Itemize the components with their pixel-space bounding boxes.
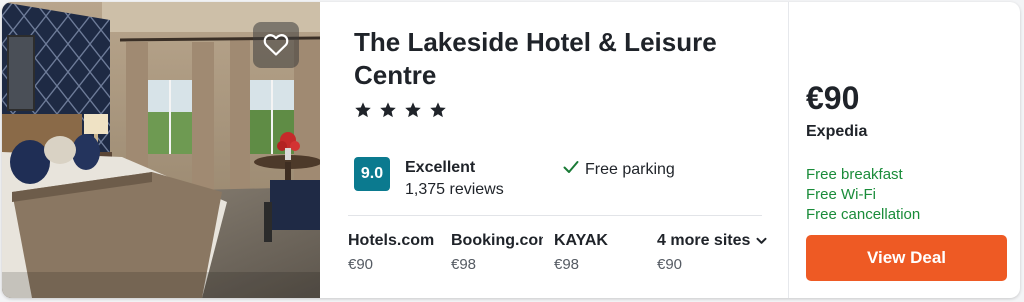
star-rating	[354, 101, 447, 119]
divider	[348, 215, 762, 216]
star-icon	[355, 102, 371, 118]
provider-price: €90	[657, 256, 683, 273]
hotel-name[interactable]: The Lakeside Hotel & Leisure Centre	[354, 26, 774, 92]
deal-site: Expedia	[806, 123, 868, 140]
perk-free-cancellation: Free cancellation	[806, 206, 921, 223]
amenity-free-parking: Free parking	[563, 160, 675, 179]
heart-outline-icon	[263, 33, 289, 57]
provider-name: 4 more sites	[657, 232, 751, 249]
check-icon	[563, 160, 579, 179]
more-sites-label-row: 4 more sites	[657, 232, 782, 250]
chevron-down-icon	[756, 232, 767, 250]
provider-kayak[interactable]: KAYAK €98	[554, 232, 654, 273]
provider-name: Booking.com	[451, 232, 543, 249]
amenity-label: Free parking	[585, 160, 675, 178]
hotel-card[interactable]: The Lakeside Hotel & Leisure Centre 9.0 …	[2, 2, 1020, 298]
view-deal-button[interactable]: View Deal	[806, 235, 1007, 281]
provider-price: €90	[348, 256, 374, 273]
more-sites-dropdown[interactable]: 4 more sites €90	[657, 232, 782, 273]
rating-score-badge[interactable]: 9.0	[354, 157, 390, 191]
provider-list: Hotels.com €90 Booking.com €98 KAYAK €98…	[348, 232, 788, 282]
star-icon	[430, 102, 446, 118]
deal-price: €90	[806, 80, 860, 116]
hotel-photo[interactable]	[2, 2, 320, 298]
review-count[interactable]: 1,375 reviews	[405, 181, 504, 199]
favorite-button[interactable]	[253, 22, 299, 68]
provider-price: €98	[451, 256, 477, 273]
star-icon	[405, 102, 421, 118]
perk-free-breakfast: Free breakfast	[806, 166, 903, 183]
provider-hotels-com[interactable]: Hotels.com €90	[348, 232, 448, 273]
deal-perks: Free breakfast Free Wi-Fi Free cancellat…	[806, 165, 920, 225]
provider-name: KAYAK	[554, 232, 608, 249]
hotel-info: The Lakeside Hotel & Leisure Centre 9.0 …	[320, 2, 788, 298]
star-icon	[380, 102, 396, 118]
provider-price: €98	[554, 256, 580, 273]
provider-name: Hotels.com	[348, 232, 435, 249]
perk-free-wifi: Free Wi-Fi	[806, 186, 876, 203]
best-deal-panel: €90 Expedia Free breakfast Free Wi-Fi Fr…	[789, 2, 1020, 298]
rating-label: Excellent	[405, 159, 476, 176]
provider-booking-com[interactable]: Booking.com €98	[451, 232, 543, 273]
